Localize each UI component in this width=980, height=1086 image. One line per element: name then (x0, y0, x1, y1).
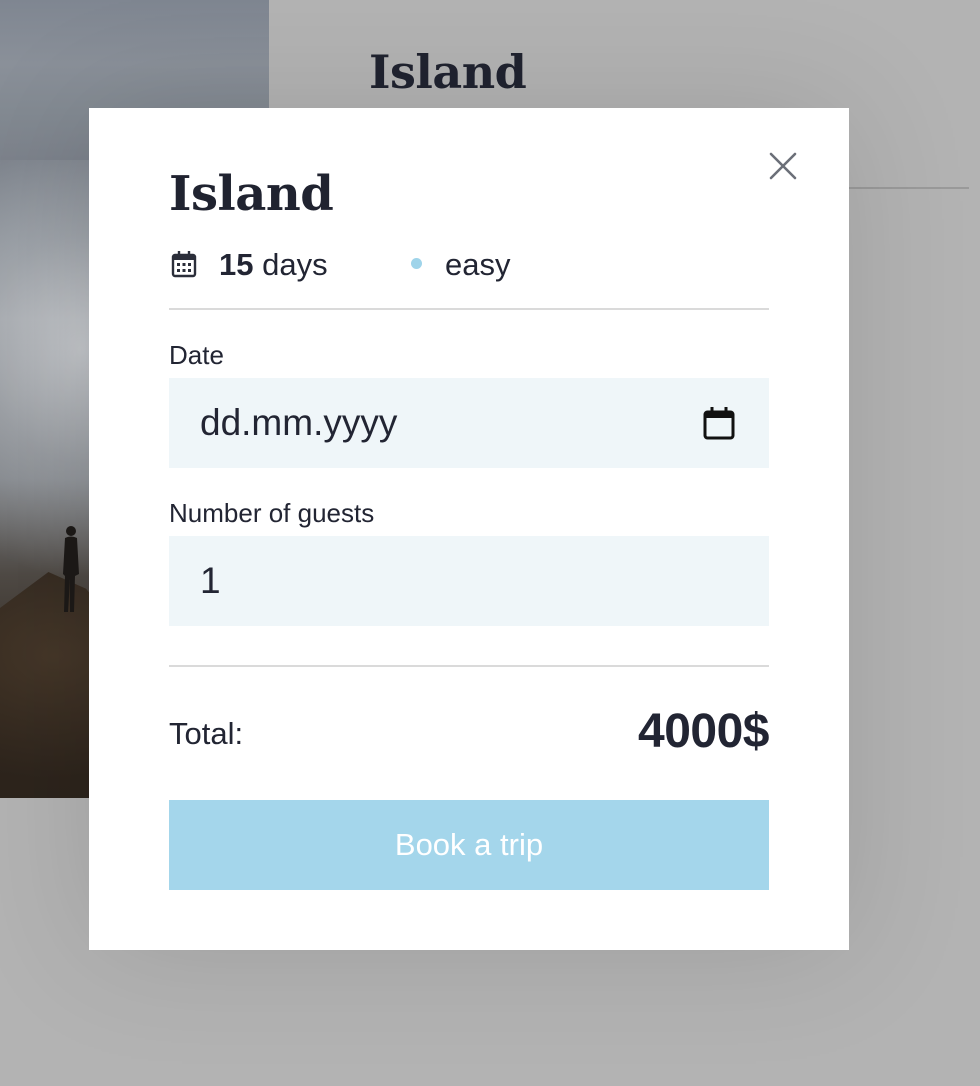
trip-difficulty: easy (445, 247, 511, 282)
guests-input[interactable]: 1 (169, 536, 769, 626)
modal-divider (169, 308, 769, 310)
photo-hiker-figure (63, 526, 79, 612)
calendar-icon (171, 251, 197, 278)
total-price: 4000$ (638, 705, 769, 758)
trip-duration: 15 days (219, 246, 328, 284)
trip-meta: 15 days easy (169, 246, 769, 286)
close-icon (769, 152, 797, 180)
date-label: Date (169, 340, 224, 370)
modal-divider (169, 665, 769, 667)
booking-modal: Island 15 days easy Date dd.mm.yyyy Numb… (89, 108, 849, 950)
duration-value: 15 (219, 247, 254, 282)
guests-label: Number of guests (169, 498, 375, 528)
book-trip-button[interactable]: Book a trip (169, 800, 769, 890)
total-label: Total: (169, 716, 244, 751)
page-title: Island (369, 45, 527, 99)
close-button[interactable] (767, 150, 799, 182)
dot-icon (411, 258, 422, 269)
date-input-value: dd.mm.yyyy (200, 402, 398, 443)
duration-unit: days (262, 247, 328, 282)
modal-title: Island (169, 166, 334, 222)
guests-input-value: 1 (200, 560, 221, 601)
date-input[interactable]: dd.mm.yyyy (169, 378, 769, 468)
calendar-icon[interactable] (703, 406, 735, 440)
